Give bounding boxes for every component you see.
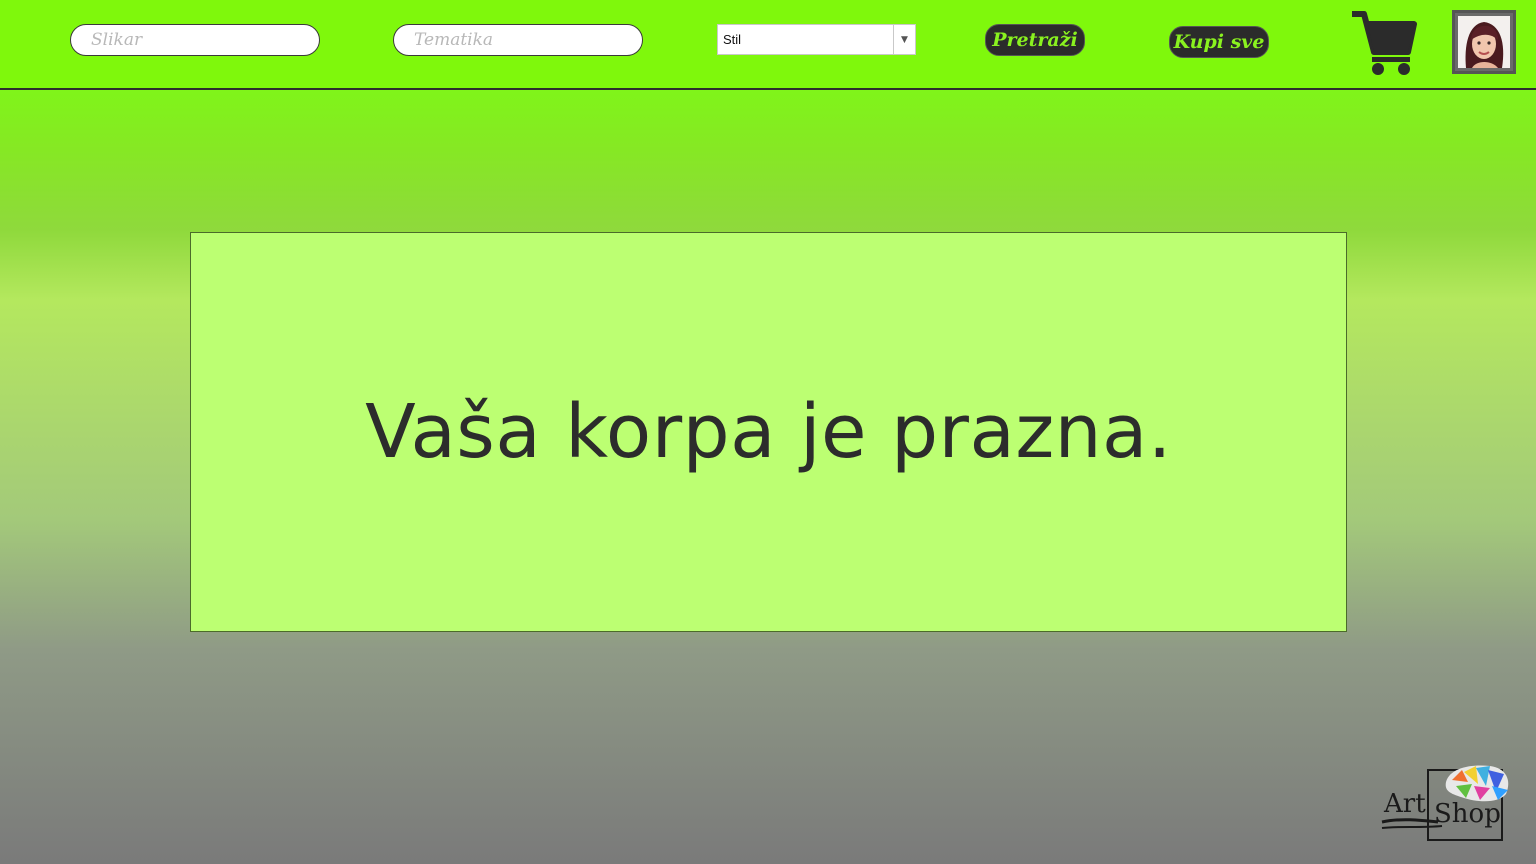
user-avatar[interactable] (1452, 10, 1516, 74)
search-button[interactable]: Pretraži (985, 24, 1085, 56)
chevron-down-icon[interactable]: ▼ (893, 25, 915, 54)
top-bar: Stil ▼ Pretraži Kupi sve (0, 0, 1536, 90)
empty-cart-message: Vaša korpa je prazna. (365, 389, 1172, 475)
artshop-logo: Art Shop (1381, 765, 1509, 841)
style-select-value: Stil (723, 32, 742, 47)
empty-cart-panel: Vaša korpa je prazna. (190, 232, 1347, 632)
shopping-cart-icon[interactable] (1350, 8, 1418, 76)
user-photo-icon (1458, 16, 1510, 68)
buy-all-button[interactable]: Kupi sve (1169, 26, 1269, 58)
logo-text-shop: Shop (1434, 799, 1501, 829)
logo-text-art: Art (1383, 789, 1426, 819)
theme-search-input[interactable] (393, 24, 643, 56)
painter-search-input[interactable] (70, 24, 320, 56)
style-select[interactable]: Stil ▼ (717, 24, 916, 55)
